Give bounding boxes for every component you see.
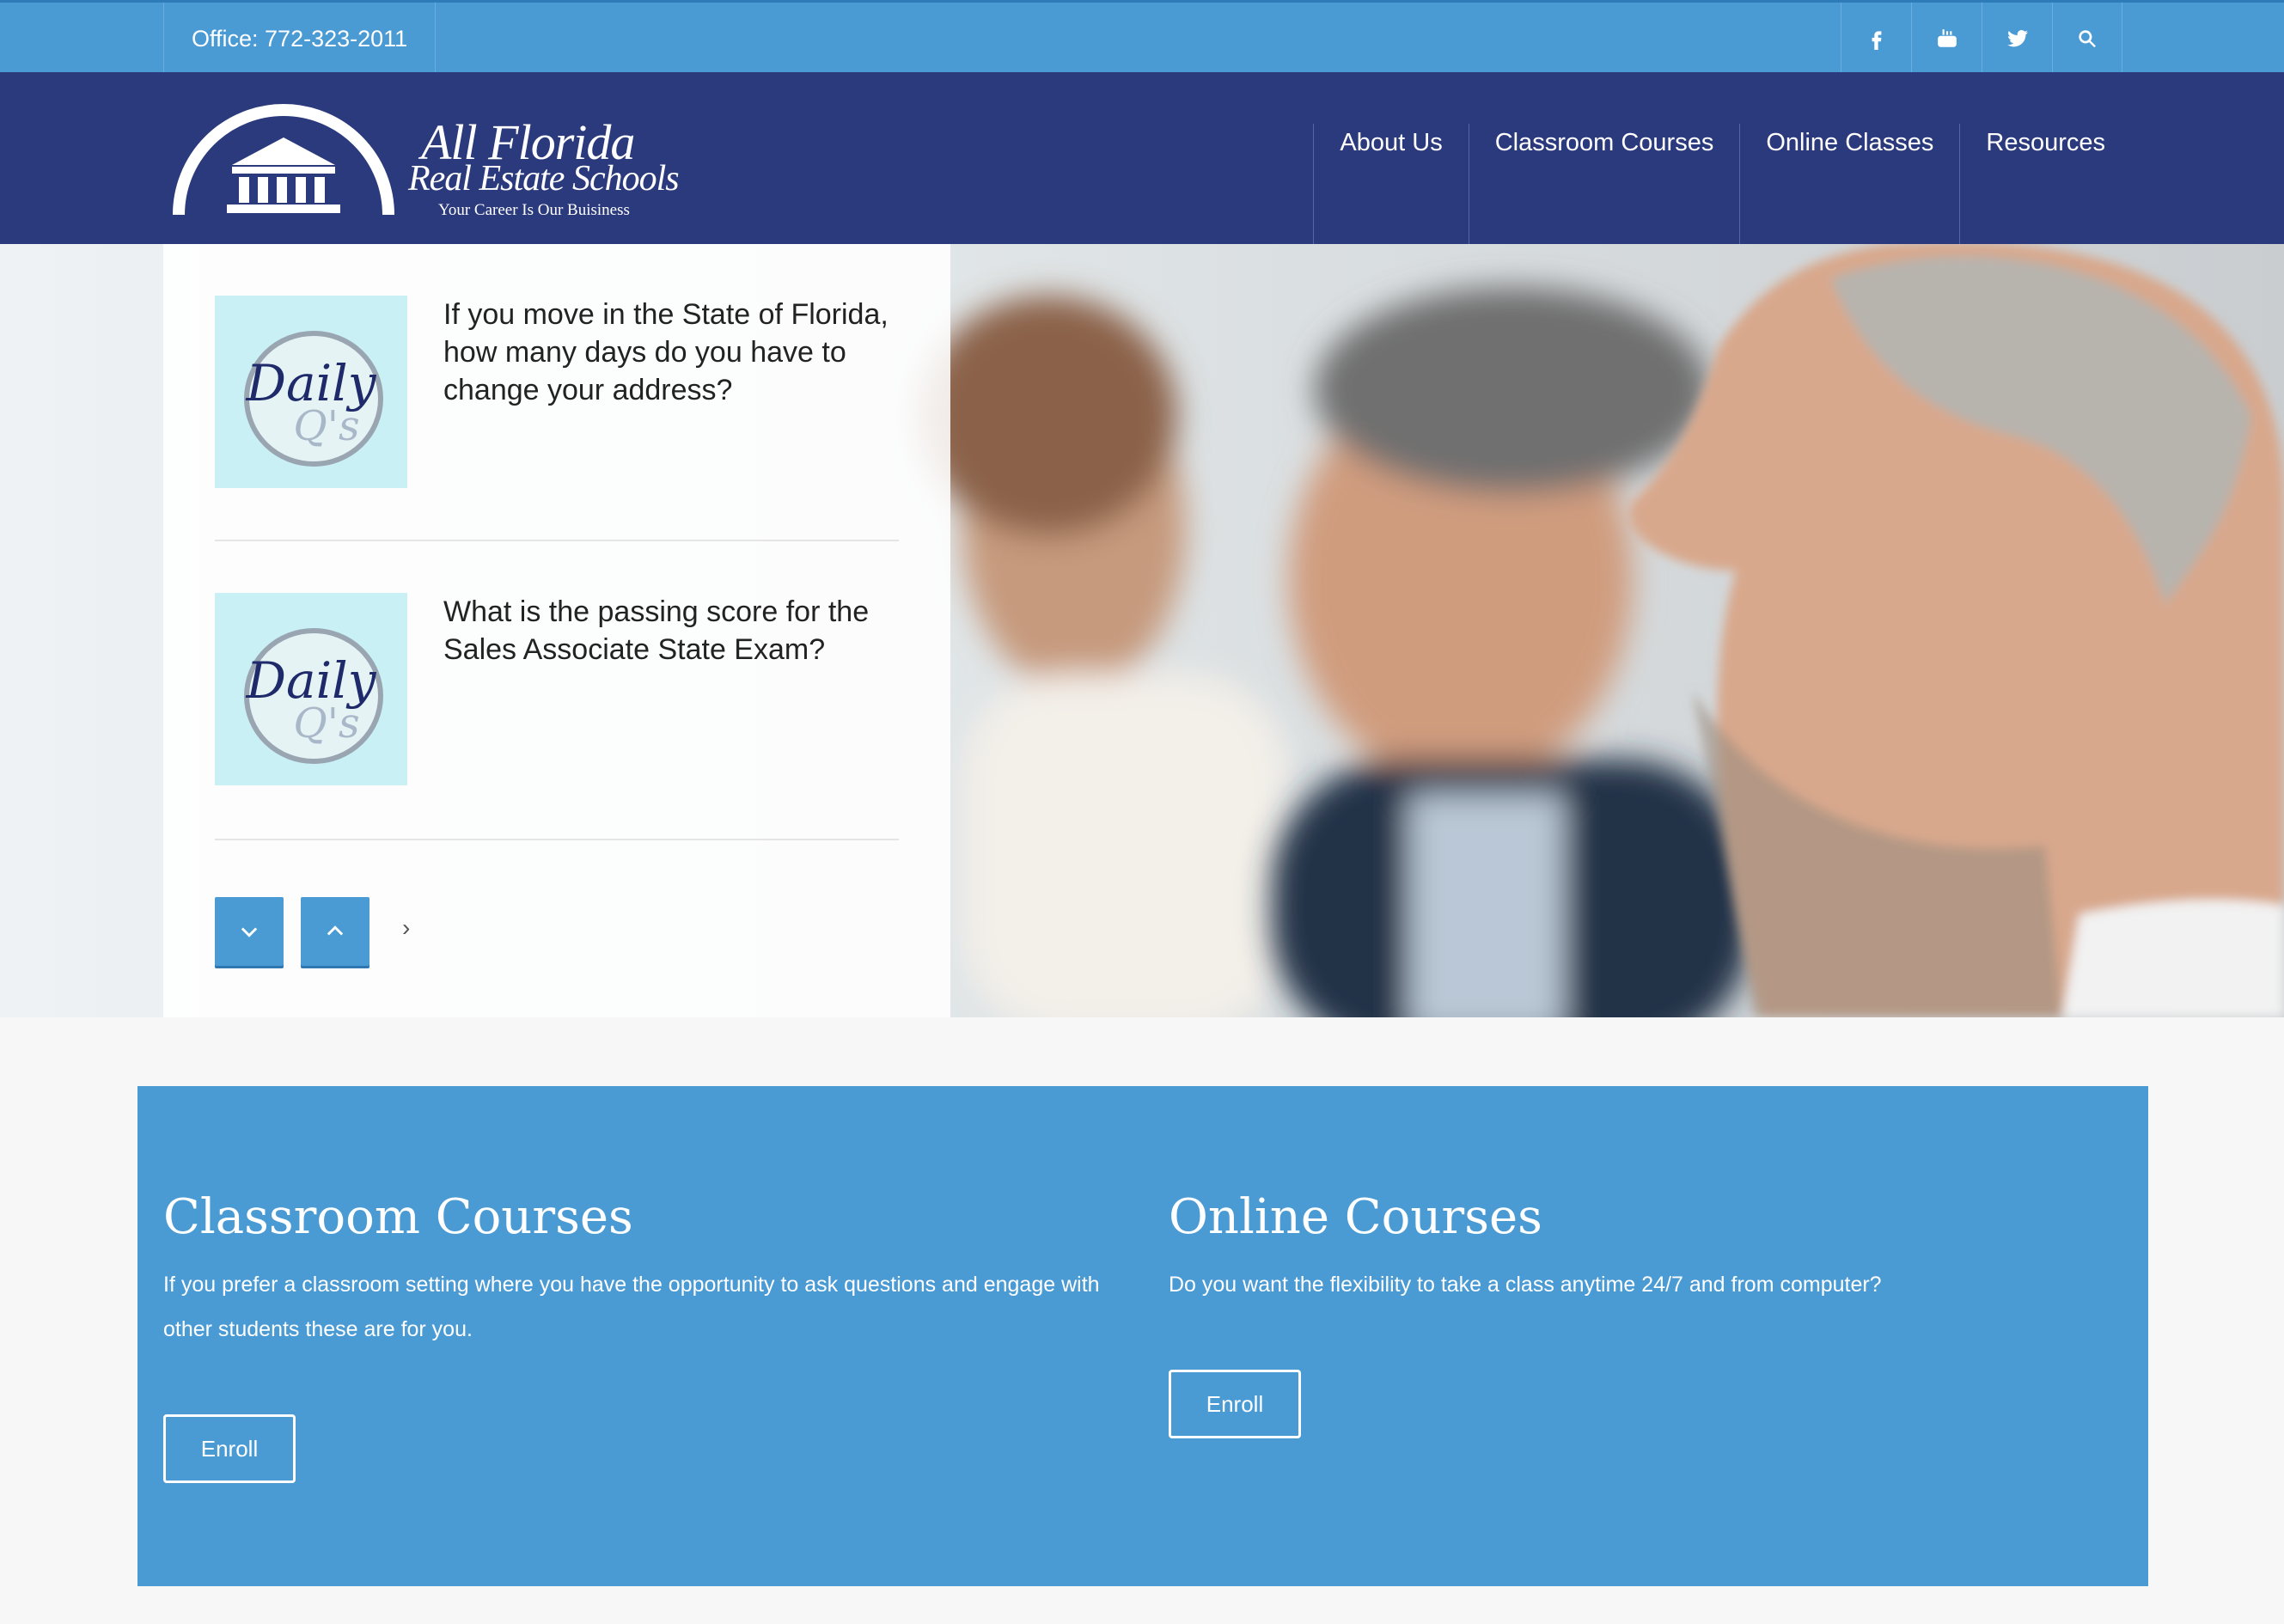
divider bbox=[215, 839, 899, 840]
thumb-label-2: Q's bbox=[293, 699, 359, 748]
nav-label: Resources bbox=[1986, 129, 2105, 156]
question-text[interactable]: If you move in the State of Florida, how… bbox=[443, 296, 890, 409]
courses-section: Classroom Courses If you prefer a classr… bbox=[137, 1086, 2148, 1586]
nav-classroom-courses[interactable]: Classroom Courses bbox=[1468, 124, 1740, 244]
top-bar: Office: 772-323-2011 bbox=[0, 0, 2284, 75]
question-text[interactable]: What is the passing score for the Sales … bbox=[443, 593, 890, 669]
online-courses-title: Online Courses bbox=[1169, 1189, 1542, 1245]
logo-tagline: Your Career Is Our Buisiness bbox=[438, 201, 630, 219]
classroom-courses-description: If you prefer a classroom setting where … bbox=[163, 1273, 1100, 1341]
nav-label: Online Classes bbox=[1766, 129, 1934, 156]
classroom-courses-block: Classroom Courses If you prefer a classr… bbox=[163, 1189, 1108, 1352]
chevron-down-icon bbox=[241, 927, 258, 937]
thumb-label-2: Q's bbox=[293, 402, 359, 450]
nav-resources[interactable]: Resources bbox=[1959, 124, 2131, 244]
nav-online-classes[interactable]: Online Classes bbox=[1739, 124, 1959, 244]
youtube-icon[interactable] bbox=[1911, 3, 1982, 75]
hero-section: Daily Q's If you move in the State of Fl… bbox=[0, 244, 2284, 1017]
question-item[interactable]: Daily Q's What is the passing score for … bbox=[215, 593, 902, 840]
scroll-up-button[interactable] bbox=[301, 897, 369, 966]
nav-about-us[interactable]: About Us bbox=[1313, 124, 1468, 244]
question-item[interactable]: Daily Q's If you move in the State of Fl… bbox=[215, 296, 902, 543]
daily-qs-thumbnail: Daily Q's bbox=[215, 296, 407, 488]
logo-subtitle: Real Estate Schools bbox=[408, 159, 680, 198]
twitter-icon[interactable] bbox=[1982, 3, 2052, 75]
social-links bbox=[1841, 3, 2122, 75]
facebook-icon[interactable] bbox=[1841, 3, 1911, 75]
search-icon[interactable] bbox=[2052, 3, 2122, 75]
site-header: All Florida Real Estate Schools Your Car… bbox=[0, 72, 2284, 244]
divider bbox=[215, 540, 899, 541]
scroll-down-button[interactable] bbox=[215, 897, 284, 966]
daily-qs-thumbnail: Daily Q's bbox=[215, 593, 407, 785]
online-courses-block: Online Courses Do you want the flexibili… bbox=[1169, 1189, 2114, 1307]
chevron-up-icon bbox=[327, 925, 344, 936]
site-logo[interactable]: All Florida Real Estate Schools Your Car… bbox=[172, 98, 687, 227]
nav-label: Classroom Courses bbox=[1494, 129, 1714, 156]
main-nav: About Us Classroom Courses Online Classe… bbox=[1313, 72, 2131, 244]
next-page-link[interactable]: › bbox=[402, 914, 410, 942]
online-courses-description: Do you want the flexibility to take a cl… bbox=[1169, 1273, 1882, 1297]
classroom-enroll-button[interactable]: Enroll bbox=[163, 1414, 296, 1483]
office-phone[interactable]: Office: 772-323-2011 bbox=[163, 3, 437, 75]
nav-label: About Us bbox=[1340, 129, 1443, 156]
online-enroll-button[interactable]: Enroll bbox=[1169, 1370, 1301, 1438]
daily-questions-panel: Daily Q's If you move in the State of Fl… bbox=[163, 244, 950, 1017]
classroom-courses-title: Classroom Courses bbox=[163, 1189, 633, 1245]
courthouse-arch-logo-icon bbox=[173, 104, 394, 216]
